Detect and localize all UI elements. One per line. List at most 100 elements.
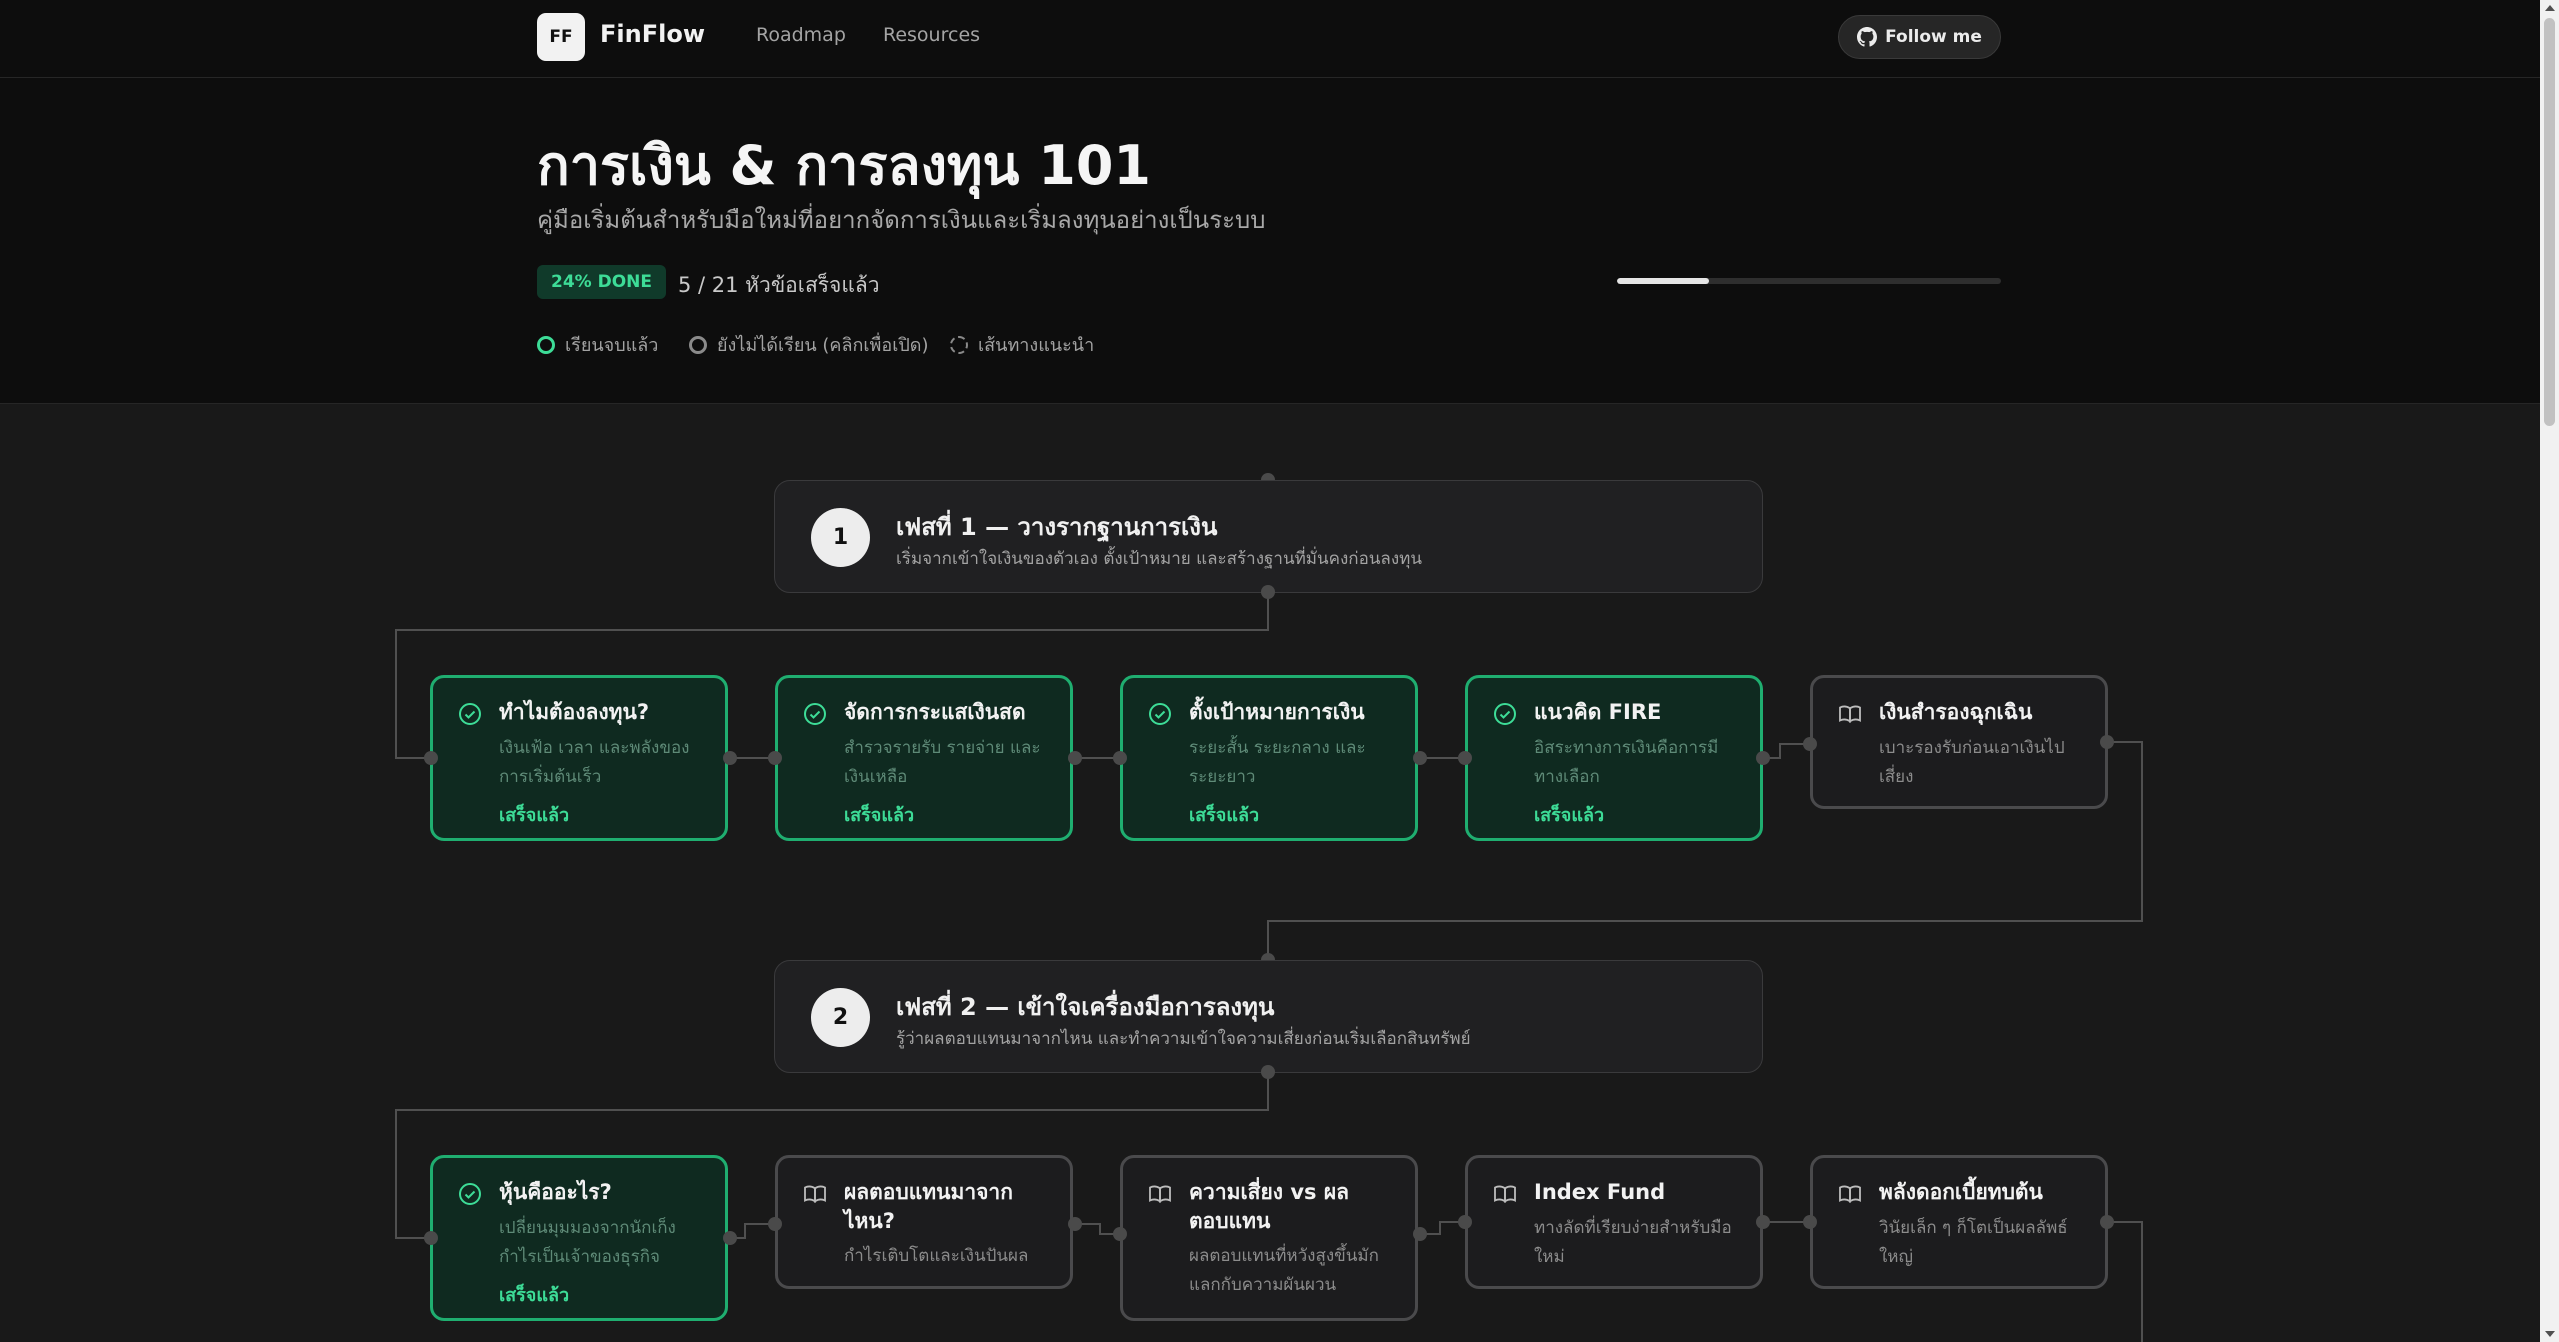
book-icon [804,1185,826,1203]
book-icon [1839,1185,1861,1203]
legend-not-started-label: ยังไม่ได้เรียน (คลิกเพื่อเปิด) [717,335,929,356]
topic-card-what-is-stock[interactable]: หุ้นคืออะไร? เปลี่ยนมุมมองจากนักเก็ง กำไร… [430,1155,728,1321]
topic-title: หุ้นคืออะไร? [499,1180,612,1204]
phase-1-header: 1 เฟสที่ 1 — วางรากฐานการเงิน เริ่มจากเข… [774,480,1763,593]
connector-dot [1413,751,1427,765]
check-circle-icon [459,1183,481,1205]
phase-2-title: เฟสที่ 2 — เข้าใจเครื่องมือการลงทุน [896,993,1275,1021]
nav-link-resources[interactable]: Resources [883,24,980,46]
book-icon [1494,1185,1516,1203]
topic-status: เสร็จแล้ว [1534,805,1605,826]
topic-card-cashflow[interactable]: จัดการกระแสเงินสด สำรวจรายรับ รายจ่าย แล… [775,675,1073,841]
connector-dot [1113,751,1127,765]
not-started-dot-icon [689,335,707,354]
topic-card-goals[interactable]: ตั้งเป้าหมายการเงิน ระยะสั้น ระยะกลาง แล… [1120,675,1418,841]
connector-dot [2100,735,2114,749]
book-icon [1149,1185,1171,1203]
brand-name[interactable]: FinFlow [600,20,705,48]
legend-recommended-path: เส้นทางแนะนำ [950,330,1094,359]
topic-desc: กำไรเติบโตและเงินปันผล [844,1246,1029,1266]
check-circle-icon [1149,703,1171,725]
connector-dot [424,1231,438,1245]
follow-me-button[interactable]: Follow me [1838,15,2001,59]
topic-status: เสร็จแล้ว [499,1285,570,1306]
topic-desc: ทางลัดที่เรียบง่ายสำหรับมือ ใหม่ [1534,1218,1732,1267]
nav-link-roadmap[interactable]: Roadmap [756,24,846,46]
topic-desc: ระยะสั้น ระยะกลาง และ ระยะยาว [1189,738,1366,787]
phase-1-desc: เริ่มจากเข้าใจเงินของตัวเอง ตั้งเป้าหมาย… [896,549,1422,569]
progress-badge: 24% DONE [537,265,667,299]
book-icon [1839,705,1861,723]
connector-dot [1068,1217,1082,1231]
progress-bar [1617,278,2001,284]
legend-recommended-label: เส้นทางแนะนำ [978,335,1095,356]
connector-dot [1458,1215,1472,1229]
connector-dot [768,1217,782,1231]
dashed-circle-icon [950,335,968,354]
topic-card-fire[interactable]: แนวคิด FIRE อิสระทางการเงินคือการมี ทางเล… [1465,675,1763,841]
topic-desc: สำรวจรายรับ รายจ่าย และ เงินเหลือ [844,738,1041,787]
legend-not-started: ยังไม่ได้เรียน (คลิกเพื่อเปิด) [689,330,929,359]
check-circle-icon [804,703,826,725]
top-nav: FF FinFlow Roadmap Resources Follow me [0,0,2540,78]
topic-desc: เบาะรองรับก่อนเอาเงินไป เสี่ยง [1879,738,2065,787]
topic-title: จัดการกระแสเงินสด [844,700,1026,724]
topic-card-returns-source[interactable]: ผลตอบแทนมาจาก ไหน? กำไรเติบโตและเงินปันผ… [775,1155,1073,1289]
progress-bar-fill [1617,278,1710,284]
phase-2-desc: รู้ว่าผลตอบแทนมาจากไหน และทำความเข้าใจคว… [896,1029,1471,1049]
topic-desc: ผลตอบแทนที่หวังสูงขึ้นมัก แลกกับความผันผว… [1189,1246,1379,1295]
phase-1-title: เฟสที่ 1 — วางรากฐานการเงิน [896,513,1218,541]
check-circle-icon [1494,703,1516,725]
roadmap-canvas: 1 เฟสที่ 1 — วางรากฐานการเงิน เริ่มจากเข… [0,404,2540,1342]
topic-title: ผลตอบแทนมาจาก ไหน? [844,1180,1013,1233]
topic-status: เสร็จแล้ว [1189,805,1260,826]
follow-me-label: Follow me [1885,27,1982,47]
topic-card-why-invest[interactable]: ทำไมต้องลงทุน? เงินเฟ้อ เวลา และพลังของก… [430,675,728,841]
topic-title: ทำไมต้องลงทุน? [499,700,650,724]
legend-completed-label: เรียนจบแล้ว [565,335,659,356]
github-icon [1857,27,1878,47]
topic-title: พลังดอกเบี้ยทบต้น [1879,1180,2043,1204]
topic-title: แนวคิด FIRE [1534,700,1662,724]
page-subtitle: คู่มือเริ่มต้นสำหรับมือใหม่ที่อยากจัดการ… [537,206,1266,234]
connector-dot [1803,737,1817,751]
connector-dot [424,751,438,765]
connector-dot [1113,1227,1127,1241]
topic-desc: วินัยเล็ก ๆ ก็โตเป็นผลลัพธ์ ใหญ่ [1879,1218,2068,1267]
scroll-down-icon[interactable] [2545,1331,2555,1337]
connector-dot [1458,751,1472,765]
topic-card-risk-vs-return[interactable]: ความเสี่ยง vs ผล ตอบแทน ผลตอบแทนที่หวังส… [1120,1155,1418,1321]
topic-desc: เงินเฟ้อ เวลา และพลังของ การเริ่มต้นเร็ว [499,738,690,787]
topic-status: เสร็จแล้ว [844,805,915,826]
phase-2-number: 2 [811,988,870,1047]
connector-dot [768,751,782,765]
topic-title: ความเสี่ยง vs ผล ตอบแทน [1189,1180,1350,1233]
legend-completed: เรียนจบแล้ว [537,330,658,359]
topic-card-emergency-fund[interactable]: เงินสำรองฉุกเฉิน เบาะรองรับก่อนเอาเงินไป… [1810,675,2108,809]
topic-card-index-fund[interactable]: Index Fund ทางลัดที่เรียบง่ายสำหรับมือ ให… [1465,1155,1763,1289]
connector-dot [1068,751,1082,765]
topic-desc: เปลี่ยนมุมมองจากนักเก็ง กำไรเป็นเจ้าของธุ… [499,1218,676,1267]
connector-dot [1803,1215,1817,1229]
scrollbar-thumb[interactable] [2544,18,2555,426]
phase-2-header: 2 เฟสที่ 2 — เข้าใจเครื่องมือการลงทุน รู… [774,960,1763,1073]
topic-title: ตั้งเป้าหมายการเงิน [1189,700,1365,724]
connector-dot [1261,585,1275,599]
connector-dot [1756,751,1770,765]
connector-dot [1756,1215,1770,1229]
completed-dot-icon [537,335,555,354]
page-title: การเงิน & การลงทุน 101 [537,134,1151,197]
topic-card-compound-interest[interactable]: พลังดอกเบี้ยทบต้น วินัยเล็ก ๆ ก็โตเป็นผล… [1810,1155,2108,1289]
page-scrollbar[interactable] [2540,0,2559,1342]
connector-dot [2100,1215,2114,1229]
progress-count: 5 / 21 หัวข้อเสร็จแล้ว [678,273,880,297]
scroll-up-icon[interactable] [2545,5,2555,11]
connector-dot [723,1231,737,1245]
connector-dot [1413,1227,1427,1241]
check-circle-icon [459,703,481,725]
topic-title: เงินสำรองฉุกเฉิน [1879,700,2033,724]
connector-dot [1261,1065,1275,1079]
logo-badge[interactable]: FF [537,13,585,61]
topic-status: เสร็จแล้ว [499,805,570,826]
topic-desc: อิสระทางการเงินคือการมี ทางเลือก [1534,738,1719,787]
